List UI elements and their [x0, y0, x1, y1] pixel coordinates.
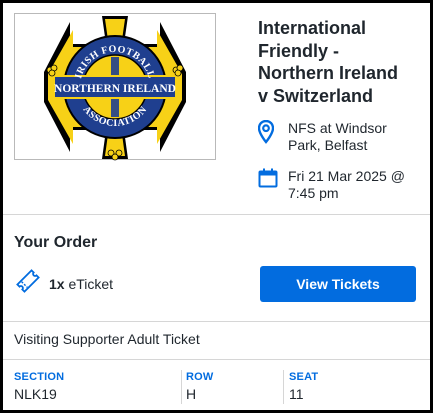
ticket-card: NORTHERN IRELAND IRISH FOOTBALL ASSOCIAT…: [0, 0, 433, 413]
ticket-type: Visiting Supporter Adult Ticket: [14, 331, 200, 347]
date-text: Fri 21 Mar 2025 @ 7:45 pm: [288, 168, 428, 202]
crest-banner-text: NORTHERN IRELAND: [54, 83, 176, 95]
seat-value: 11: [289, 386, 304, 402]
ticket-quantity: 1x: [49, 276, 65, 292]
venue-line: NFS at Windsor: [288, 120, 387, 136]
row-column: ROW H: [186, 371, 213, 402]
section-divider: [3, 359, 430, 360]
section-column: SECTION NLK19: [14, 371, 64, 402]
venue-line: Park, Belfast: [288, 137, 368, 153]
section-value: NLK19: [14, 386, 57, 402]
event-header: NORTHERN IRELAND IRISH FOOTBALL ASSOCIAT…: [3, 3, 430, 213]
seat-label: SEAT: [289, 371, 319, 383]
event-title-line: Northern Ireland: [258, 63, 399, 83]
team-logo: NORTHERN IRELAND IRISH FOOTBALL ASSOCIAT…: [14, 13, 216, 161]
row-value: H: [186, 386, 197, 402]
date-line: 7:45 pm: [288, 185, 339, 201]
map-pin-icon: [258, 120, 274, 144]
ifa-crest-icon: NORTHERN IRELAND IRISH FOOTBALL ASSOCIAT…: [44, 16, 186, 161]
section-divider: [3, 321, 430, 322]
section-label: SECTION: [14, 371, 65, 383]
seat-column: SEAT 11: [289, 371, 318, 402]
ticket-quantity-label: 1x eTicket: [49, 276, 113, 292]
venue-text: NFS at Windsor Park, Belfast: [288, 120, 428, 154]
event-title-line: Friendly -: [258, 40, 340, 61]
event-title-line: International: [258, 18, 367, 38]
order-heading: Your Order: [14, 234, 98, 251]
section-divider: [3, 214, 430, 215]
view-tickets-button[interactable]: View Tickets: [260, 266, 416, 302]
ticket-icon: [16, 269, 40, 293]
column-divider: [181, 370, 182, 404]
row-label: ROW: [186, 371, 214, 383]
event-title: International Friendly - Northern Irelan…: [258, 17, 423, 107]
date-line: Fri 21 Mar 2025 @: [288, 168, 405, 184]
calendar-icon: [258, 168, 278, 188]
event-title-line: v Switzerland: [258, 85, 374, 106]
ticket-kind: eTicket: [68, 276, 114, 292]
column-divider: [283, 370, 284, 404]
